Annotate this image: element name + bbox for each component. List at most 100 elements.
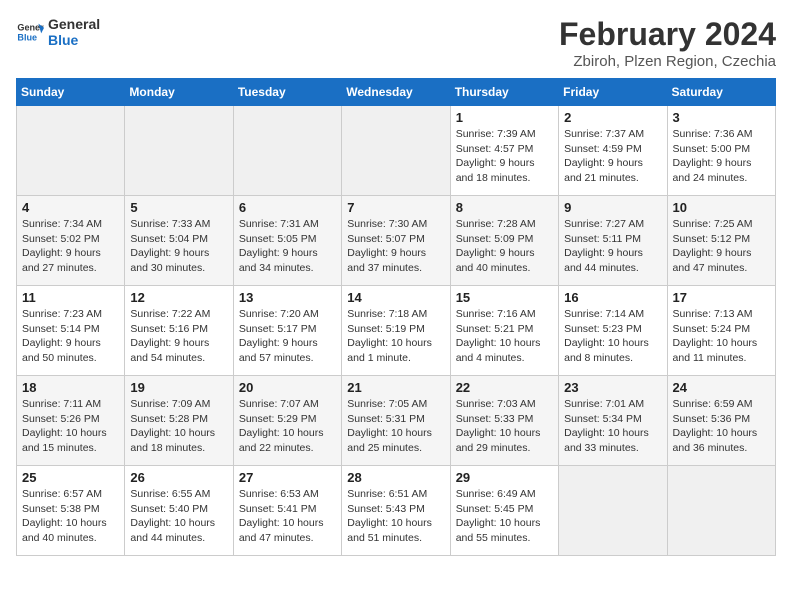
weekday-header-monday: Monday	[125, 79, 233, 106]
day-info: Sunrise: 7:14 AM Sunset: 5:23 PM Dayligh…	[564, 307, 661, 366]
day-info: Sunrise: 7:20 AM Sunset: 5:17 PM Dayligh…	[239, 307, 336, 366]
day-number: 17	[673, 290, 770, 305]
day-info: Sunrise: 7:22 AM Sunset: 5:16 PM Dayligh…	[130, 307, 227, 366]
day-info: Sunrise: 7:28 AM Sunset: 5:09 PM Dayligh…	[456, 217, 553, 276]
calendar-cell	[559, 466, 667, 556]
day-info: Sunrise: 7:37 AM Sunset: 4:59 PM Dayligh…	[564, 127, 661, 186]
day-number: 27	[239, 470, 336, 485]
day-info: Sunrise: 6:55 AM Sunset: 5:40 PM Dayligh…	[130, 487, 227, 546]
logo-blue: Blue	[48, 32, 100, 48]
day-number: 2	[564, 110, 661, 125]
weekday-header-thursday: Thursday	[450, 79, 558, 106]
calendar-cell: 16 Sunrise: 7:14 AM Sunset: 5:23 PM Dayli…	[559, 286, 667, 376]
calendar-cell	[125, 106, 233, 196]
logo: General Blue General Blue	[16, 16, 100, 48]
calendar-cell: 23Sunrise: 7:01 AM Sunset: 5:34 PM Dayli…	[559, 376, 667, 466]
calendar-cell: 25Sunrise: 6:57 AM Sunset: 5:38 PM Dayli…	[17, 466, 125, 556]
calendar-cell: 1Sunrise: 7:39 AM Sunset: 4:57 PM Daylig…	[450, 106, 558, 196]
calendar-cell	[667, 466, 775, 556]
calendar-cell: 12 Sunrise: 7:22 AM Sunset: 5:16 PM Dayli…	[125, 286, 233, 376]
day-number: 4	[22, 200, 119, 215]
calendar-cell: 18 Sunrise: 7:11 AM Sunset: 5:26 PM Dayli…	[17, 376, 125, 466]
day-number: 9	[564, 200, 661, 215]
logo-icon: General Blue	[16, 18, 44, 46]
day-info: Sunrise: 6:53 AM Sunset: 5:41 PM Dayligh…	[239, 487, 336, 546]
calendar-cell: 3Sunrise: 7:36 AM Sunset: 5:00 PM Daylig…	[667, 106, 775, 196]
calendar-cell: 2 Sunrise: 7:37 AM Sunset: 4:59 PM Daylig…	[559, 106, 667, 196]
day-number: 11	[22, 290, 119, 305]
calendar-cell: 24 Sunrise: 6:59 AM Sunset: 5:36 PM Dayli…	[667, 376, 775, 466]
day-info: Sunrise: 7:30 AM Sunset: 5:07 PM Dayligh…	[347, 217, 444, 276]
day-info: Sunrise: 6:49 AM Sunset: 5:45 PM Dayligh…	[456, 487, 553, 546]
weekday-header-saturday: Saturday	[667, 79, 775, 106]
day-number: 14	[347, 290, 444, 305]
day-number: 1	[456, 110, 553, 125]
svg-text:Blue: Blue	[17, 32, 37, 42]
day-number: 19	[130, 380, 227, 395]
calendar-week-row: 1Sunrise: 7:39 AM Sunset: 4:57 PM Daylig…	[17, 106, 776, 196]
title-area: February 2024 Zbiroh, Plzen Region, Czec…	[559, 16, 776, 70]
day-number: 24	[673, 380, 770, 395]
day-info: Sunrise: 7:23 AM Sunset: 5:14 PM Dayligh…	[22, 307, 119, 366]
calendar-cell: 11 Sunrise: 7:23 AM Sunset: 5:14 PM Dayli…	[17, 286, 125, 376]
calendar-title: February 2024	[559, 16, 776, 53]
day-number: 22	[456, 380, 553, 395]
calendar-cell: 9 Sunrise: 7:27 AM Sunset: 5:11 PM Daylig…	[559, 196, 667, 286]
day-number: 10	[673, 200, 770, 215]
day-number: 8	[456, 200, 553, 215]
calendar-week-row: 18 Sunrise: 7:11 AM Sunset: 5:26 PM Dayli…	[17, 376, 776, 466]
weekday-header-sunday: Sunday	[17, 79, 125, 106]
day-info: Sunrise: 6:51 AM Sunset: 5:43 PM Dayligh…	[347, 487, 444, 546]
day-number: 5	[130, 200, 227, 215]
day-info: Sunrise: 7:25 AM Sunset: 5:12 PM Dayligh…	[673, 217, 770, 276]
day-number: 23	[564, 380, 661, 395]
weekday-header-tuesday: Tuesday	[233, 79, 341, 106]
calendar-cell	[17, 106, 125, 196]
day-number: 3	[673, 110, 770, 125]
day-info: Sunrise: 7:11 AM Sunset: 5:26 PM Dayligh…	[22, 397, 119, 456]
calendar-cell: 14 Sunrise: 7:18 AM Sunset: 5:19 PM Dayli…	[342, 286, 450, 376]
weekday-header-wednesday: Wednesday	[342, 79, 450, 106]
day-number: 16	[564, 290, 661, 305]
calendar-cell	[233, 106, 341, 196]
day-info: Sunrise: 7:03 AM Sunset: 5:33 PM Dayligh…	[456, 397, 553, 456]
day-number: 29	[456, 470, 553, 485]
day-info: Sunrise: 7:27 AM Sunset: 5:11 PM Dayligh…	[564, 217, 661, 276]
day-info: Sunrise: 7:18 AM Sunset: 5:19 PM Dayligh…	[347, 307, 444, 366]
day-number: 21	[347, 380, 444, 395]
day-number: 13	[239, 290, 336, 305]
calendar-cell: 13 Sunrise: 7:20 AM Sunset: 5:17 PM Dayli…	[233, 286, 341, 376]
day-info: Sunrise: 6:57 AM Sunset: 5:38 PM Dayligh…	[22, 487, 119, 546]
calendar-cell: 19 Sunrise: 7:09 AM Sunset: 5:28 PM Dayli…	[125, 376, 233, 466]
day-number: 12	[130, 290, 227, 305]
calendar-body: 1Sunrise: 7:39 AM Sunset: 4:57 PM Daylig…	[17, 106, 776, 556]
day-info: Sunrise: 7:33 AM Sunset: 5:04 PM Dayligh…	[130, 217, 227, 276]
calendar-cell: 8 Sunrise: 7:28 AM Sunset: 5:09 PM Daylig…	[450, 196, 558, 286]
day-number: 15	[456, 290, 553, 305]
day-info: Sunrise: 7:31 AM Sunset: 5:05 PM Dayligh…	[239, 217, 336, 276]
day-number: 20	[239, 380, 336, 395]
calendar-cell: 5 Sunrise: 7:33 AM Sunset: 5:04 PM Daylig…	[125, 196, 233, 286]
day-info: Sunrise: 7:13 AM Sunset: 5:24 PM Dayligh…	[673, 307, 770, 366]
calendar-cell: 6Sunrise: 7:31 AM Sunset: 5:05 PM Daylig…	[233, 196, 341, 286]
header: General Blue General Blue February 2024 …	[16, 16, 776, 70]
calendar-cell: 29 Sunrise: 6:49 AM Sunset: 5:45 PM Dayli…	[450, 466, 558, 556]
day-number: 26	[130, 470, 227, 485]
calendar-cell: 26 Sunrise: 6:55 AM Sunset: 5:40 PM Dayli…	[125, 466, 233, 556]
day-info: Sunrise: 7:16 AM Sunset: 5:21 PM Dayligh…	[456, 307, 553, 366]
calendar-week-row: 4 Sunrise: 7:34 AM Sunset: 5:02 PM Daylig…	[17, 196, 776, 286]
calendar-cell	[342, 106, 450, 196]
calendar-cell: 4 Sunrise: 7:34 AM Sunset: 5:02 PM Daylig…	[17, 196, 125, 286]
day-info: Sunrise: 7:34 AM Sunset: 5:02 PM Dayligh…	[22, 217, 119, 276]
calendar-cell: 28 Sunrise: 6:51 AM Sunset: 5:43 PM Dayli…	[342, 466, 450, 556]
day-info: Sunrise: 7:07 AM Sunset: 5:29 PM Dayligh…	[239, 397, 336, 456]
calendar-cell: 22 Sunrise: 7:03 AM Sunset: 5:33 PM Dayli…	[450, 376, 558, 466]
calendar-cell: 21Sunrise: 7:05 AM Sunset: 5:31 PM Dayli…	[342, 376, 450, 466]
day-number: 28	[347, 470, 444, 485]
calendar-cell: 20 Sunrise: 7:07 AM Sunset: 5:29 PM Dayli…	[233, 376, 341, 466]
calendar-week-row: 11 Sunrise: 7:23 AM Sunset: 5:14 PM Dayli…	[17, 286, 776, 376]
day-info: Sunrise: 7:09 AM Sunset: 5:28 PM Dayligh…	[130, 397, 227, 456]
calendar-subtitle: Zbiroh, Plzen Region, Czechia	[559, 53, 776, 70]
day-number: 18	[22, 380, 119, 395]
day-info: Sunrise: 6:59 AM Sunset: 5:36 PM Dayligh…	[673, 397, 770, 456]
